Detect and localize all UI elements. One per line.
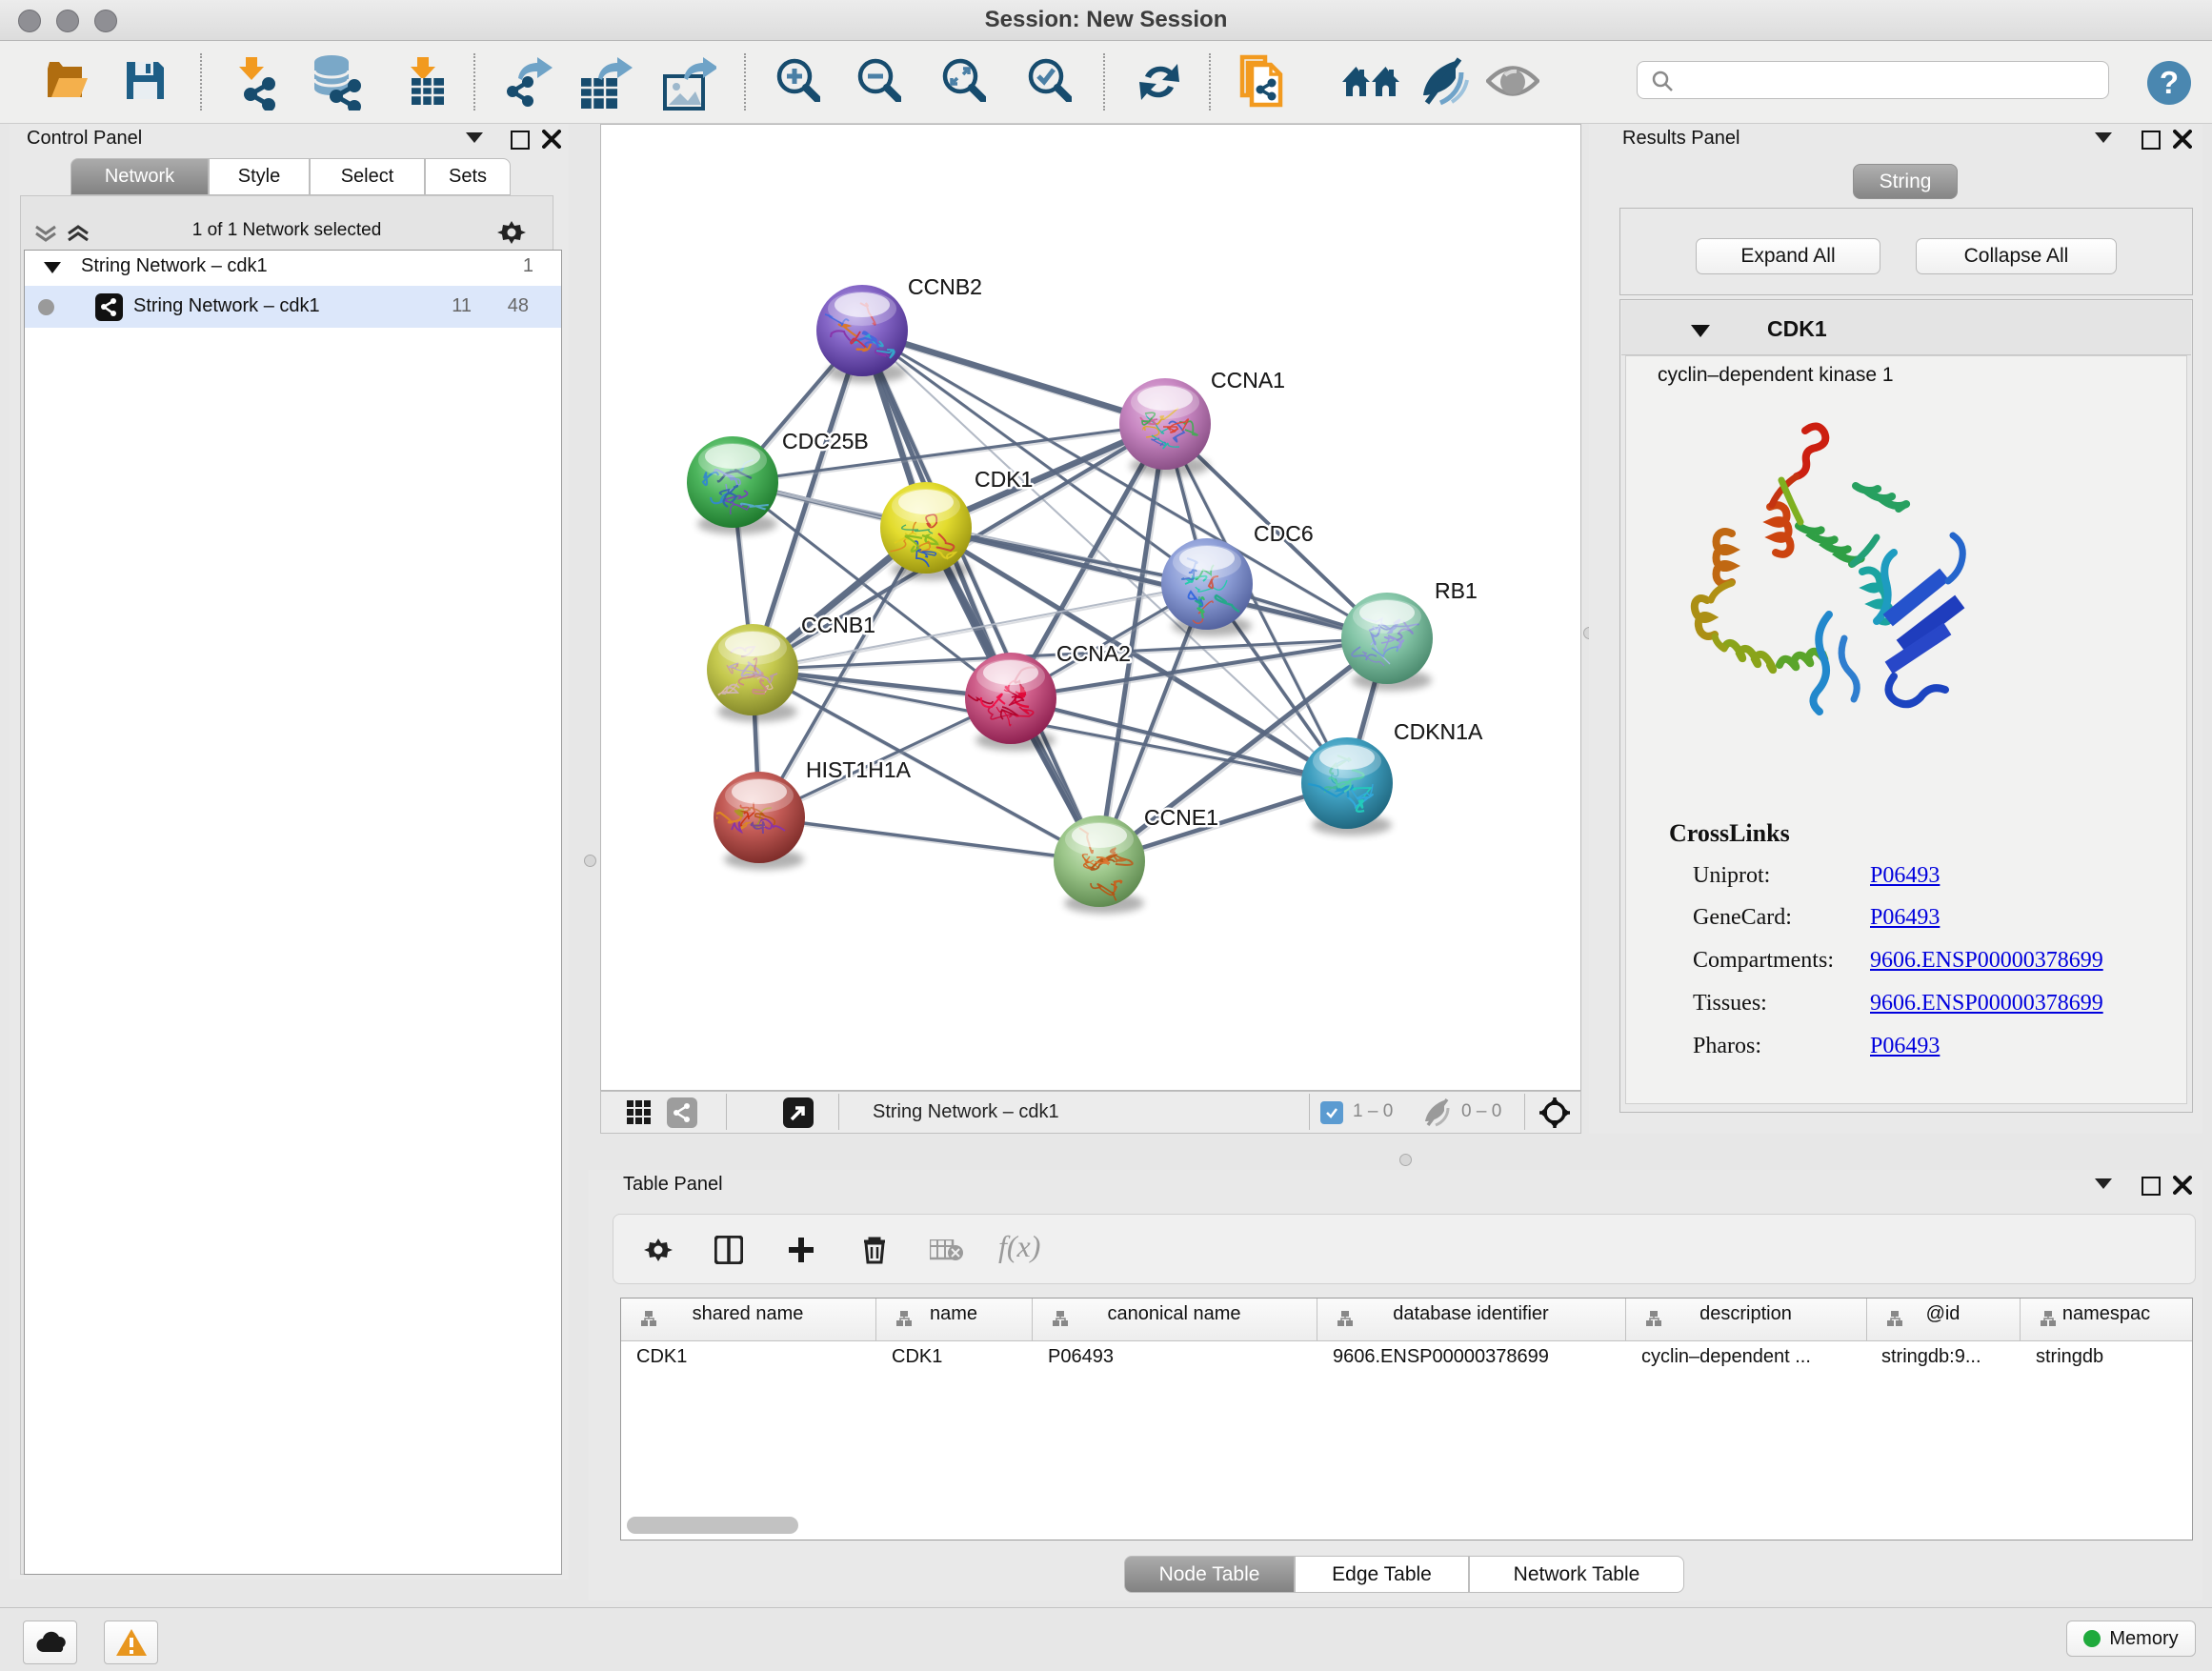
svg-text:RB1: RB1: [1435, 578, 1478, 603]
svg-text:CDC25B: CDC25B: [782, 429, 869, 453]
svg-text:CCNB1: CCNB1: [801, 613, 875, 637]
svg-text:CCNA1: CCNA1: [1211, 368, 1285, 393]
svg-text:CDK1: CDK1: [975, 467, 1033, 492]
svg-text:HIST1H1A: HIST1H1A: [806, 757, 912, 782]
svg-text:CCNE1: CCNE1: [1144, 805, 1218, 830]
svg-text:CCNB2: CCNB2: [908, 274, 982, 299]
svg-text:CDKN1A: CDKN1A: [1394, 719, 1483, 744]
svg-text:CDC6: CDC6: [1254, 521, 1314, 546]
svg-text:CCNA2: CCNA2: [1056, 641, 1131, 666]
